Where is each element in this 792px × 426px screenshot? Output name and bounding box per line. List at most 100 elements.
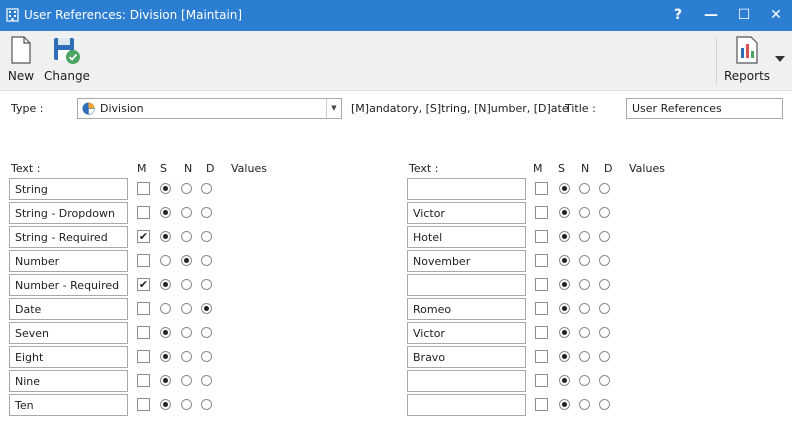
maximize-button[interactable]: ☐ [730, 5, 758, 25]
right-d-radio[interactable] [599, 399, 610, 410]
right-d-radio[interactable] [599, 303, 610, 314]
right-text-field[interactable] [407, 274, 526, 296]
left-mandatory-checkbox[interactable]: ✔ [137, 278, 150, 291]
left-d-radio[interactable] [201, 255, 212, 266]
right-text-field[interactable]: November [407, 250, 526, 272]
right-mandatory-checkbox[interactable] [535, 254, 548, 267]
right-d-radio[interactable] [599, 375, 610, 386]
right-n-radio[interactable] [579, 279, 590, 290]
right-s-radio[interactable] [559, 375, 570, 386]
left-s-radio[interactable] [160, 399, 171, 410]
right-d-radio[interactable] [599, 207, 610, 218]
left-d-radio[interactable] [201, 303, 212, 314]
left-s-radio[interactable] [160, 255, 171, 266]
left-text-field[interactable]: Number [9, 250, 128, 272]
left-n-radio[interactable] [181, 207, 192, 218]
right-text-field[interactable] [407, 178, 526, 200]
left-mandatory-checkbox[interactable] [137, 398, 150, 411]
left-mandatory-checkbox[interactable] [137, 206, 150, 219]
minimize-button[interactable]: — [697, 5, 725, 25]
right-mandatory-checkbox[interactable] [535, 206, 548, 219]
left-d-radio[interactable] [201, 231, 212, 242]
left-d-radio[interactable] [201, 183, 212, 194]
left-mandatory-checkbox[interactable] [137, 302, 150, 315]
reports-dropdown-icon[interactable] [774, 55, 786, 63]
left-n-radio[interactable] [181, 303, 192, 314]
left-text-field[interactable]: String - Dropdown [9, 202, 128, 224]
right-mandatory-checkbox[interactable] [535, 350, 548, 363]
right-text-field[interactable]: Hotel [407, 226, 526, 248]
left-text-field[interactable]: Date [9, 298, 128, 320]
right-s-radio[interactable] [559, 303, 570, 314]
left-d-radio[interactable] [201, 399, 212, 410]
right-text-field[interactable]: Bravo [407, 346, 526, 368]
right-text-field[interactable]: Victor [407, 322, 526, 344]
right-s-radio[interactable] [559, 351, 570, 362]
left-mandatory-checkbox[interactable] [137, 182, 150, 195]
left-text-field[interactable]: Ten [9, 394, 128, 416]
left-d-radio[interactable] [201, 327, 212, 338]
left-mandatory-checkbox[interactable] [137, 374, 150, 387]
left-text-field[interactable]: String - Required [9, 226, 128, 248]
right-d-radio[interactable] [599, 351, 610, 362]
right-d-radio[interactable] [599, 183, 610, 194]
type-select[interactable]: Division ▼ [77, 98, 342, 119]
right-d-radio[interactable] [599, 327, 610, 338]
right-mandatory-checkbox[interactable] [535, 278, 548, 291]
right-s-radio[interactable] [559, 327, 570, 338]
left-n-radio[interactable] [181, 351, 192, 362]
change-button[interactable]: Change [44, 35, 90, 83]
right-d-radio[interactable] [599, 279, 610, 290]
left-text-field[interactable]: Seven [9, 322, 128, 344]
left-mandatory-checkbox[interactable]: ✔ [137, 230, 150, 243]
right-n-radio[interactable] [579, 231, 590, 242]
left-n-radio[interactable] [181, 255, 192, 266]
right-mandatory-checkbox[interactable] [535, 398, 548, 411]
close-button[interactable]: ✕ [762, 5, 790, 25]
left-n-radio[interactable] [181, 375, 192, 386]
right-mandatory-checkbox[interactable] [535, 302, 548, 315]
right-text-field[interactable] [407, 370, 526, 392]
dropdown-arrow-icon[interactable]: ▼ [326, 99, 341, 118]
right-mandatory-checkbox[interactable] [535, 374, 548, 387]
right-n-radio[interactable] [579, 255, 590, 266]
left-s-radio[interactable] [160, 303, 171, 314]
new-button[interactable]: New [6, 35, 36, 83]
right-n-radio[interactable] [579, 375, 590, 386]
left-n-radio[interactable] [181, 231, 192, 242]
left-mandatory-checkbox[interactable] [137, 254, 150, 267]
right-d-radio[interactable] [599, 231, 610, 242]
left-text-field[interactable]: Nine [9, 370, 128, 392]
right-mandatory-checkbox[interactable] [535, 182, 548, 195]
left-n-radio[interactable] [181, 327, 192, 338]
left-s-radio[interactable] [160, 327, 171, 338]
left-s-radio[interactable] [160, 351, 171, 362]
right-s-radio[interactable] [559, 255, 570, 266]
left-d-radio[interactable] [201, 351, 212, 362]
left-s-radio[interactable] [160, 375, 171, 386]
left-text-field[interactable]: Eight [9, 346, 128, 368]
left-n-radio[interactable] [181, 279, 192, 290]
left-s-radio[interactable] [160, 183, 171, 194]
left-n-radio[interactable] [181, 183, 192, 194]
left-d-radio[interactable] [201, 375, 212, 386]
left-s-radio[interactable] [160, 207, 171, 218]
right-s-radio[interactable] [559, 279, 570, 290]
help-button[interactable]: ? [664, 5, 692, 25]
right-n-radio[interactable] [579, 327, 590, 338]
left-text-field[interactable]: Number - Required [9, 274, 128, 296]
title-field[interactable]: User References [626, 98, 783, 119]
left-d-radio[interactable] [201, 279, 212, 290]
right-mandatory-checkbox[interactable] [535, 230, 548, 243]
left-mandatory-checkbox[interactable] [137, 350, 150, 363]
right-text-field[interactable]: Victor [407, 202, 526, 224]
right-n-radio[interactable] [579, 303, 590, 314]
right-s-radio[interactable] [559, 207, 570, 218]
reports-button[interactable]: Reports [724, 35, 770, 83]
left-s-radio[interactable] [160, 279, 171, 290]
right-text-field[interactable]: Romeo [407, 298, 526, 320]
right-n-radio[interactable] [579, 183, 590, 194]
left-s-radio[interactable] [160, 231, 171, 242]
right-mandatory-checkbox[interactable] [535, 326, 548, 339]
right-n-radio[interactable] [579, 351, 590, 362]
